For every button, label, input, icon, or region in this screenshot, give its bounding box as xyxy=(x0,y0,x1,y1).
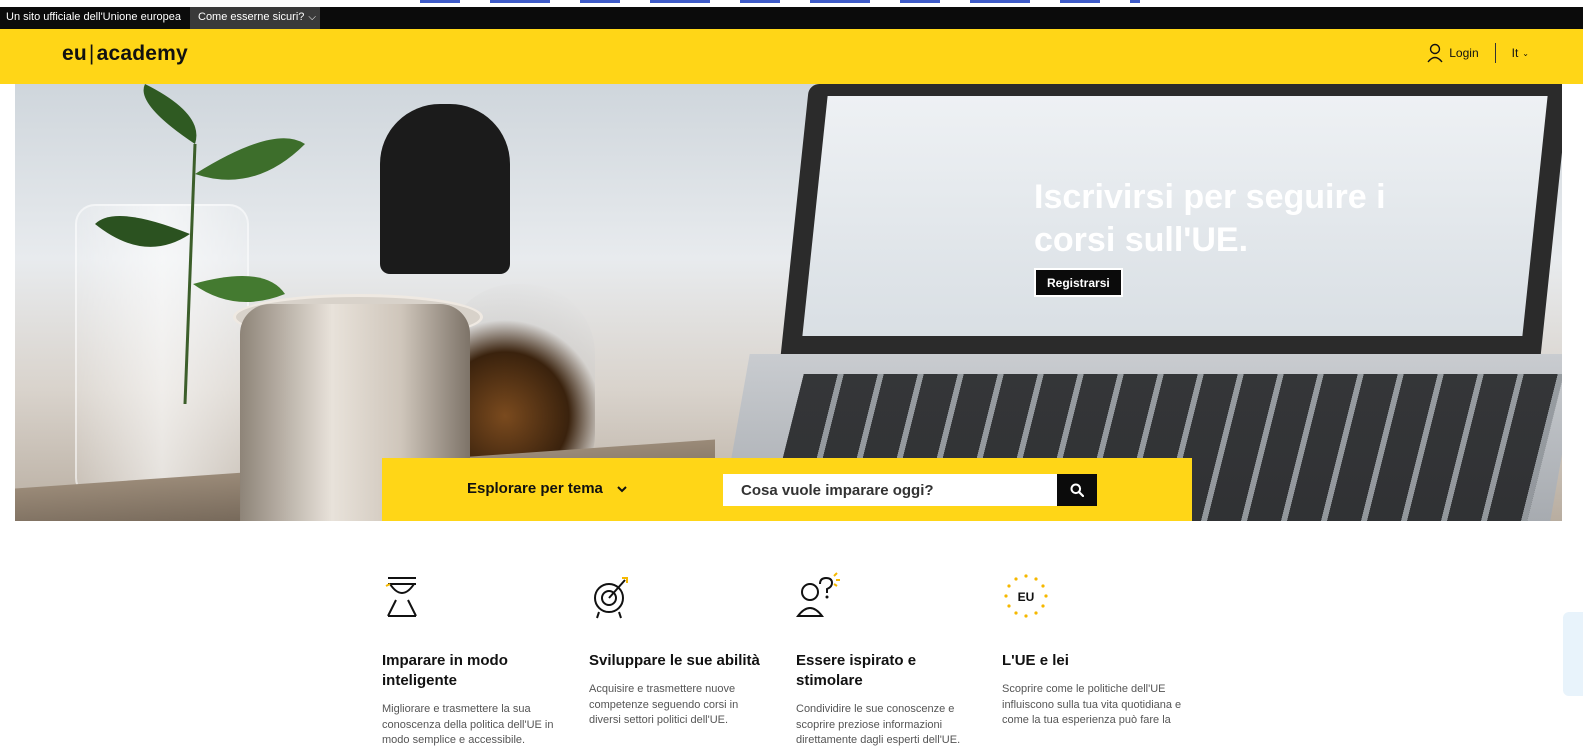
chevron-down-icon: ⌄ xyxy=(1522,48,1529,58)
feature-description: Acquisire e trasmettere nuove competenze… xyxy=(589,683,739,726)
how-to-verify-link[interactable]: Come esserne sicuri? ⌵ xyxy=(198,11,316,23)
graduate-icon xyxy=(385,577,417,617)
feature-description: Condividire le sue conoscenze e scoprire… xyxy=(796,703,961,746)
feature-learn-smart: Imparare in modo inteligente Migliorare … xyxy=(382,572,562,749)
hero-title: Iscrivirsi per seguire i corsi sull'UE. xyxy=(1034,178,1386,259)
hero-image xyxy=(15,84,1562,521)
feature-title: Imparare in modo inteligente xyxy=(382,652,508,689)
search-strip: Esplorare per tema xyxy=(382,458,1192,521)
chevron-down-icon xyxy=(617,485,627,492)
feature-title: Sviluppare le sue abilità xyxy=(589,652,760,669)
register-button[interactable]: Registrarsi xyxy=(1034,268,1123,297)
target-icon xyxy=(594,577,628,619)
side-feedback-tab[interactable] xyxy=(1563,612,1583,696)
top-clipped-banner xyxy=(0,0,1583,7)
search-input[interactable] xyxy=(723,474,1057,506)
site-header: eu|academy Login It ⌄ xyxy=(0,29,1583,84)
header-divider xyxy=(1494,43,1496,63)
feature-description: Migliorare e trasmettere la sua conoscen… xyxy=(382,703,554,746)
user-icon xyxy=(1427,43,1443,63)
official-eu-bar: Un sito ufficiale dell'Unione europea Co… xyxy=(0,7,1583,29)
search-icon xyxy=(1070,483,1084,497)
feature-description: Scoprire come le politiche dell'UE influ… xyxy=(1002,683,1182,726)
official-site-text: Un sito ufficiale dell'Unione europea xyxy=(6,11,181,23)
explore-by-topic-dropdown[interactable]: Esplorare per tema xyxy=(467,480,627,497)
feature-title: L'UE e lei xyxy=(1002,652,1069,669)
language-selector[interactable]: It ⌄ xyxy=(1512,46,1529,60)
feature-eu-and-you: EU L'UE e lei Scoprire come le politiche… xyxy=(1002,572,1182,729)
svg-text:EU: EU xyxy=(1018,590,1035,604)
search-button[interactable] xyxy=(1057,474,1097,506)
header-actions: Login It ⌄ xyxy=(1427,43,1529,63)
feature-be-inspired: Essere ispirato e stimolare Condividire … xyxy=(795,572,976,749)
login-link[interactable]: Login xyxy=(1449,46,1478,60)
feature-develop-skills: Sviluppare le sue abilità Acquisire e tr… xyxy=(589,572,769,729)
feature-title: Essere ispirato e stimolare xyxy=(796,652,917,689)
chevron-down-icon: ⌵ xyxy=(308,12,316,23)
person-idea-icon xyxy=(795,572,840,617)
eu-stars-icon: EU xyxy=(1004,574,1048,618)
eu-academy-logo[interactable]: eu|academy xyxy=(62,42,188,66)
